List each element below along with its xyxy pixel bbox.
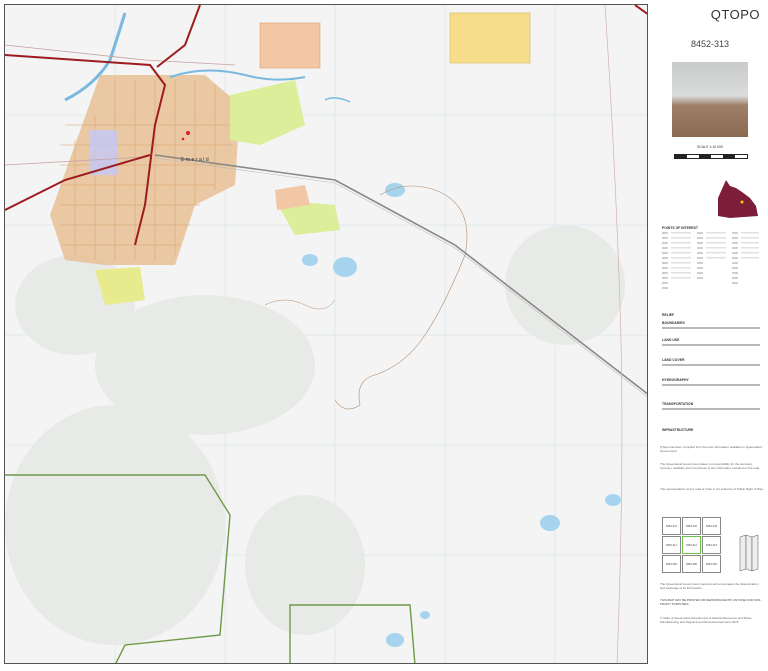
legend-heading: POINTS OF INTEREST [662, 226, 698, 230]
legend-section-hydrography: HYDROGRAPHY [662, 378, 689, 382]
index-cell: 8452-285 [682, 555, 701, 573]
map-frame[interactable]: Emerald [4, 4, 648, 664]
legend-rule [662, 364, 760, 366]
legend-rule [662, 408, 760, 410]
dissemination-note: The Queensland Government supports and e… [660, 582, 759, 590]
legend-rule [662, 327, 760, 329]
legend-panel: QTOPO 8452-313 SCALE 1:10 000 POINTS OF … [652, 0, 768, 671]
scale-label: SCALE 1:10 000 [696, 145, 724, 149]
legend-section-transportation: TRANSPORTATION [662, 402, 694, 406]
town-label: Emerald [181, 157, 210, 163]
reproduction-note: THIS MAP MAY BE PRINTED OR REPRODUCED BY… [660, 598, 762, 606]
legend-rule [662, 384, 760, 386]
index-cell: 8452-313 [702, 536, 721, 554]
index-cell: 8452-341 [662, 517, 681, 535]
index-cell: 8452-284 [662, 555, 681, 573]
index-cell: 8452-311 [662, 536, 681, 554]
legend-section-boundaries: BOUNDARIES [662, 321, 685, 325]
landscape-photo [672, 62, 748, 137]
legend-section-infrastructure: INFRASTRUCTURE [662, 428, 694, 432]
legend-symbols [662, 232, 759, 289]
product-title: QTOPO [710, 7, 760, 22]
legend-section-land-use: LAND USE [662, 338, 680, 342]
legend-rule [662, 344, 760, 346]
index-cell: 8452-281 [702, 555, 721, 573]
queensland-locator-icon [718, 180, 758, 218]
sheet-grid-icon: 8452-341 8452-342 8452-343 8452-311 8452… [662, 517, 722, 574]
index-cell: 8452-343 [702, 517, 721, 535]
legend-section-land-cover: LAND COVER [662, 358, 685, 362]
index-cell: 8452-342 [682, 517, 701, 535]
disclaimer-paragraph: QTopo has been compiled from the best in… [660, 445, 762, 453]
scale-bar [674, 154, 748, 159]
copyright-note: © State of Queensland (Department of Nat… [660, 616, 753, 624]
sheet-number: 8452-313 [690, 39, 730, 49]
fold-guide-icon [739, 534, 759, 572]
index-cell-current: 8452-312 [682, 536, 701, 554]
disclaimer-paragraph: The representation of any road or track … [660, 487, 764, 491]
disclaimer-paragraph: The Queensland Government takes no respo… [660, 462, 761, 470]
legend-section-relief: RELIEF [662, 313, 675, 317]
topographic-map: Emerald [5, 5, 647, 663]
